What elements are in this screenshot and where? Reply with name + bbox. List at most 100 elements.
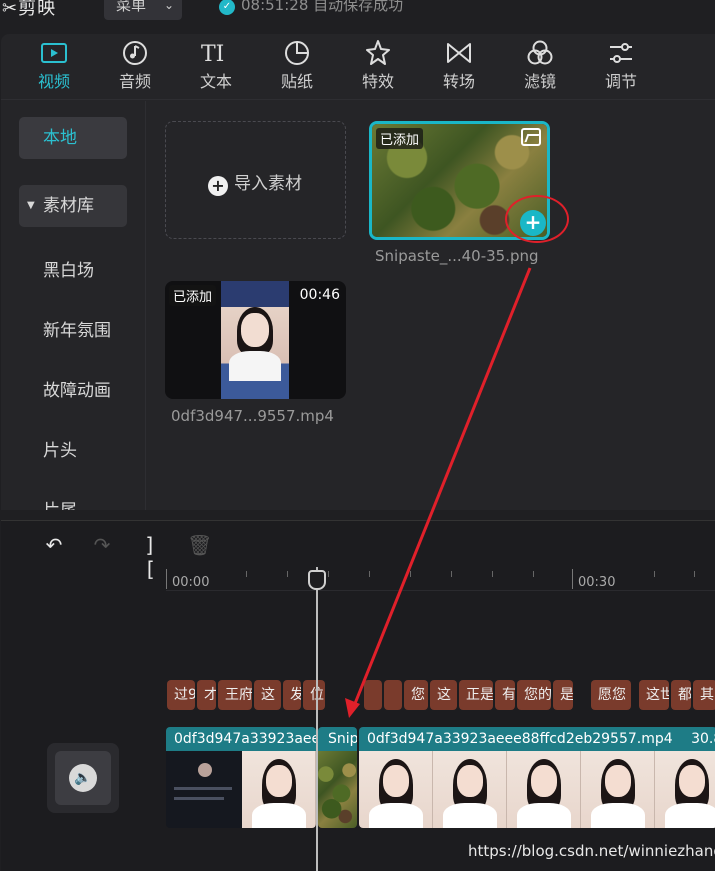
subtitle-chip[interactable]: 王府 bbox=[218, 680, 252, 710]
clip-title: 0df3d947a33923aeee88ffcd2eb29557.mp4 bbox=[367, 731, 673, 747]
added-badge: 已添加 bbox=[169, 285, 217, 306]
clip-frames bbox=[166, 751, 316, 828]
media-panel: 视频 音频 TI 文本 贴纸 特效 转场 滤镜 调节 本地 ▼ 素材库 黑白场 … bbox=[1, 34, 715, 510]
watermark-url: https://blog.csdn.net/winniezhang bbox=[468, 842, 715, 860]
annotation-circle bbox=[505, 195, 569, 243]
sidebar-item-black-white[interactable]: 黑白场 bbox=[19, 250, 127, 292]
video-duration: 00:46 bbox=[299, 287, 340, 303]
tab-text[interactable]: TI 文本 bbox=[181, 34, 251, 100]
tab-label: 文本 bbox=[199, 72, 232, 91]
sidebar-item-library[interactable]: ▼ 素材库 bbox=[19, 185, 127, 227]
tab-filter[interactable]: 滤镜 bbox=[505, 34, 575, 100]
text-icon: TI bbox=[181, 38, 251, 72]
video-icon bbox=[19, 38, 89, 72]
import-label-group: + 导入素材 bbox=[208, 169, 302, 196]
tab-video[interactable]: 视频 bbox=[19, 34, 89, 100]
import-media-button[interactable]: + 导入素材 bbox=[165, 121, 346, 239]
subtitle-chip[interactable]: 有 bbox=[495, 680, 515, 710]
tab-effects[interactable]: 特效 bbox=[343, 34, 413, 100]
clip-frames bbox=[359, 751, 715, 828]
media-card-video[interactable]: 已添加 00:46 bbox=[165, 281, 346, 399]
speaker-icon: 🔈 bbox=[69, 764, 97, 792]
sidebar-item-outro[interactable]: 片尾 bbox=[19, 490, 127, 510]
subtitle-chip[interactable]: 正是 bbox=[459, 680, 493, 710]
category-toolbar: 视频 音频 TI 文本 贴纸 特效 转场 滤镜 调节 bbox=[1, 34, 715, 100]
timeline-ruler[interactable]: 00:00 00:30 bbox=[166, 569, 715, 591]
check-circle-icon: ✓ bbox=[219, 0, 235, 15]
subtitle-chip[interactable] bbox=[384, 680, 402, 710]
subtitle-chip[interactable] bbox=[364, 680, 382, 710]
ruler-label-start: 00:00 bbox=[172, 575, 210, 590]
media-sidebar: 本地 ▼ 素材库 黑白场 新年氛围 故障动画 片头 片尾 bbox=[1, 101, 146, 510]
media-filename: Snipaste_...40-35.png bbox=[375, 247, 539, 265]
subtitle-chip[interactable]: 都 bbox=[671, 680, 691, 710]
app-name: 剪映 bbox=[18, 0, 57, 19]
plus-icon: + bbox=[208, 176, 228, 196]
video-clip[interactable]: 0df3d947a33923aeee bbox=[166, 727, 316, 828]
menu-label: 菜单 bbox=[116, 0, 147, 14]
sidebar-item-label: 素材库 bbox=[43, 196, 94, 216]
timeline-toolbar: ↶ ↷ ][ 🗑 bbox=[1, 521, 715, 581]
tab-label: 音频 bbox=[118, 72, 151, 91]
tab-sticker[interactable]: 贴纸 bbox=[262, 34, 332, 100]
image-clip[interactable]: Snip bbox=[318, 727, 357, 828]
menu-button[interactable]: 菜单 ⌄ bbox=[104, 0, 182, 20]
delete-icon[interactable]: 🗑 bbox=[187, 533, 212, 557]
tab-label: 转场 bbox=[442, 72, 475, 91]
subtitle-chip[interactable]: 是 bbox=[553, 680, 573, 710]
redo-icon[interactable]: ↷ bbox=[91, 533, 113, 557]
title-bar: ✂剪映 菜单 ⌄ ✓ 08:51:28 自动保存成功 bbox=[0, 0, 715, 30]
subtitle-chip[interactable]: 其 bbox=[693, 680, 715, 710]
split-icon[interactable]: ][ bbox=[139, 533, 161, 581]
clip-title: 0df3d947a33923aeee bbox=[166, 727, 316, 751]
tab-audio[interactable]: 音频 bbox=[100, 34, 170, 100]
subtitle-chip[interactable]: 位 bbox=[303, 680, 325, 710]
caret-down-icon: ▼ bbox=[27, 200, 35, 211]
subtitle-chip[interactable]: 过9 bbox=[167, 680, 195, 710]
subtitle-chip[interactable]: 您的 bbox=[517, 680, 551, 710]
clip-frames bbox=[318, 751, 357, 828]
autosave-text: 08:51:28 自动保存成功 bbox=[241, 0, 404, 14]
undo-icon[interactable]: ↶ bbox=[43, 533, 65, 557]
import-label: 导入素材 bbox=[234, 174, 302, 194]
sidebar-item-intro[interactable]: 片头 bbox=[19, 430, 127, 472]
sidebar-item-local[interactable]: 本地 bbox=[19, 117, 127, 159]
subtitle-chip[interactable]: 愿您 bbox=[591, 680, 631, 710]
playhead-handle[interactable] bbox=[308, 570, 326, 590]
svg-text:TI: TI bbox=[201, 42, 224, 67]
mute-audio-button[interactable]: 🔈 bbox=[47, 743, 119, 813]
tab-transition[interactable]: 转场 bbox=[424, 34, 494, 100]
ruler-label-mid: 00:30 bbox=[578, 575, 616, 590]
sliders-icon bbox=[586, 38, 656, 72]
video-thumbnail bbox=[221, 281, 289, 399]
tab-label: 贴纸 bbox=[280, 72, 313, 91]
autosave-status: ✓ 08:51:28 自动保存成功 bbox=[219, 0, 403, 16]
subtitle-chip[interactable]: 您 bbox=[404, 680, 428, 710]
filter-circles-icon bbox=[505, 38, 575, 72]
chevron-down-icon: ⌄ bbox=[163, 0, 174, 12]
subtitle-chip[interactable]: 发 bbox=[283, 680, 301, 710]
tab-label: 视频 bbox=[37, 72, 70, 91]
added-badge: 已添加 bbox=[376, 128, 424, 149]
playhead[interactable] bbox=[316, 567, 318, 871]
media-filename: 0df3d947...9557.mp4 bbox=[171, 407, 334, 425]
tab-adjust[interactable]: 调节 bbox=[586, 34, 656, 100]
subtitle-chip[interactable]: 这 bbox=[430, 680, 457, 710]
effects-star-icon bbox=[343, 38, 413, 72]
subtitle-chip[interactable]: 才 bbox=[197, 680, 216, 710]
clip-duration: 30.8s bbox=[691, 731, 715, 747]
music-note-icon bbox=[100, 38, 170, 72]
app-logo-icon: ✂ bbox=[2, 0, 19, 19]
sticker-icon bbox=[262, 38, 332, 72]
app-logo: ✂剪映 bbox=[2, 0, 56, 20]
sidebar-item-new-year[interactable]: 新年氛围 bbox=[19, 310, 127, 352]
audio-toggle: 🔈 bbox=[55, 751, 111, 805]
sidebar-item-glitch[interactable]: 故障动画 bbox=[19, 370, 127, 412]
subtitle-track: 过9 才 王府 这 发 位 您 这 正是 有 您的 是 愿您 这世 都 其 bbox=[0, 680, 715, 710]
video-clip[interactable]: 0df3d947a33923aeee88ffcd2eb29557.mp4 30.… bbox=[359, 727, 715, 828]
subtitle-chip[interactable]: 这世 bbox=[639, 680, 669, 710]
tab-label: 特效 bbox=[361, 72, 394, 91]
tab-label: 调节 bbox=[604, 72, 637, 91]
subtitle-chip[interactable]: 这 bbox=[254, 680, 281, 710]
clip-header: 0df3d947a33923aeee88ffcd2eb29557.mp4 30.… bbox=[359, 727, 715, 751]
